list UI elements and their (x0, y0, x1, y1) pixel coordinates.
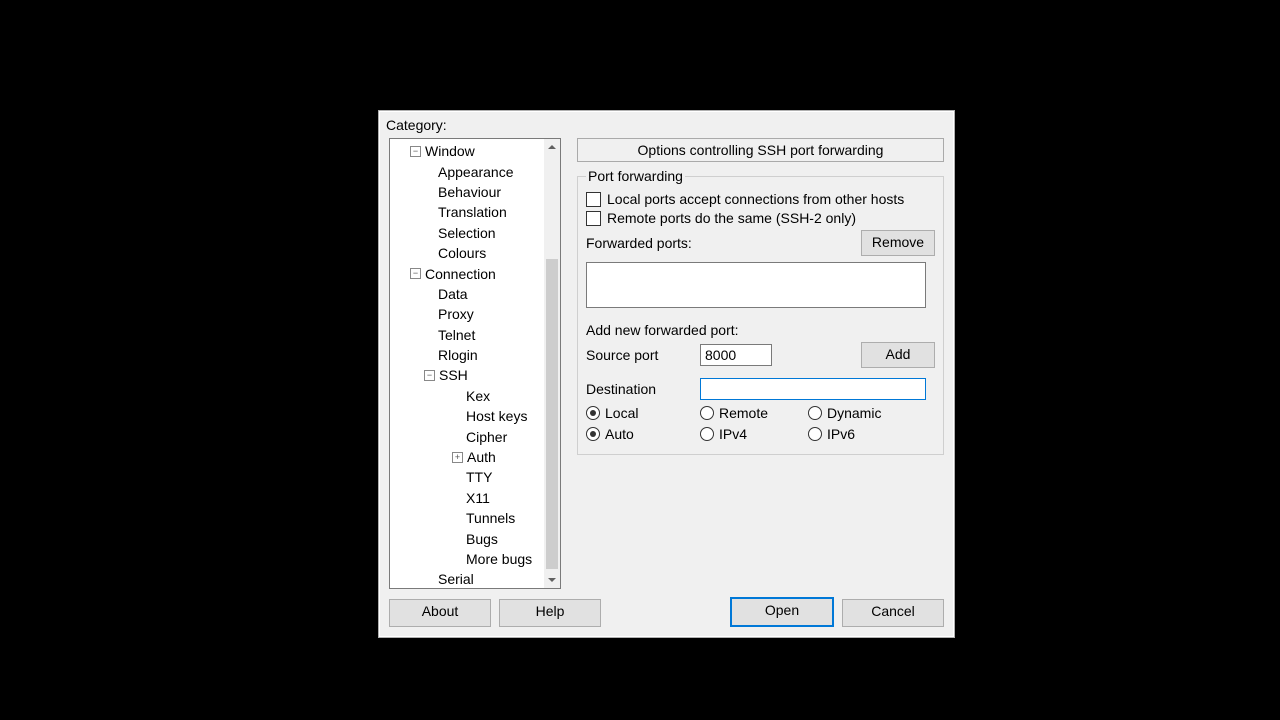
scrollbar-thumb[interactable] (546, 259, 558, 569)
radio-ipv4[interactable] (700, 427, 714, 441)
tree-item-tunnels[interactable]: Tunnels (390, 508, 544, 528)
tree-item-label: Appearance (438, 164, 514, 180)
tree-item-ssh[interactable]: −SSH (390, 365, 544, 385)
tree-item-label: Data (438, 286, 468, 302)
category-label: Category: (386, 117, 447, 133)
radio-remote[interactable] (700, 406, 714, 420)
tree-item-selection[interactable]: Selection (390, 223, 544, 243)
tree-item-label: Connection (425, 266, 496, 282)
collapse-icon[interactable]: − (410, 268, 421, 279)
tree-item-label: Colours (438, 245, 486, 261)
radio-auto[interactable] (586, 427, 600, 441)
open-button[interactable]: Open (730, 597, 834, 627)
radio-label-ipv4: IPv4 (719, 426, 747, 442)
collapse-icon[interactable]: − (410, 146, 421, 157)
tree-item-label: Tunnels (466, 510, 515, 526)
group-legend: Port forwarding (586, 168, 685, 184)
tree-item-tty[interactable]: TTY (390, 467, 544, 487)
tree-item-label: Selection (438, 225, 496, 241)
source-port-label: Source port (586, 347, 700, 363)
add-button[interactable]: Add (861, 342, 935, 368)
source-port-input[interactable] (700, 344, 772, 366)
cancel-button[interactable]: Cancel (842, 599, 944, 627)
tree-item-label: TTY (466, 469, 492, 485)
forwarded-ports-label: Forwarded ports: (586, 235, 692, 251)
tree-item-label: SSH (439, 367, 468, 383)
tree-scrollbar[interactable] (544, 139, 560, 588)
tree-item-window[interactable]: −Window (390, 141, 544, 161)
tree-item-label: Proxy (438, 306, 474, 322)
tree-item-more-bugs[interactable]: More bugs (390, 549, 544, 569)
tree-item-label: Translation (438, 204, 507, 220)
port-forwarding-group: Port forwarding Local ports accept conne… (577, 168, 944, 455)
text-cursor-icon (967, 430, 968, 446)
scroll-down-button[interactable] (544, 572, 560, 588)
destination-label: Destination (586, 381, 700, 397)
putty-config-dialog: Category: −WindowAppearanceBehaviourTran… (378, 110, 955, 638)
tree-item-appearance[interactable]: Appearance (390, 161, 544, 181)
tree-item-translation[interactable]: Translation (390, 202, 544, 222)
chevron-up-icon (548, 145, 556, 149)
radio-label-auto: Auto (605, 426, 634, 442)
tree-item-label: Kex (466, 388, 490, 404)
tree-item-telnet[interactable]: Telnet (390, 325, 544, 345)
scroll-up-button[interactable] (544, 139, 560, 155)
destination-input[interactable] (700, 378, 926, 400)
tree-item-auth[interactable]: + Auth (390, 447, 544, 467)
chevron-down-icon (548, 578, 556, 582)
tree-item-cipher[interactable]: Cipher (390, 426, 544, 446)
tree-item-serial[interactable]: Serial (390, 569, 544, 589)
checkbox-local-accept[interactable] (586, 192, 601, 207)
radio-label-local: Local (605, 405, 638, 421)
tree-item-label: Behaviour (438, 184, 501, 200)
tree-item-behaviour[interactable]: Behaviour (390, 182, 544, 202)
collapse-icon[interactable]: − (424, 370, 435, 381)
tree-item-label: Serial (438, 571, 474, 587)
radio-label-remote: Remote (719, 405, 768, 421)
checkbox-remote-same-label: Remote ports do the same (SSH-2 only) (607, 210, 856, 226)
forwarded-ports-list[interactable] (586, 262, 926, 308)
radio-label-dynamic: Dynamic (827, 405, 881, 421)
tree-item-rlogin[interactable]: Rlogin (390, 345, 544, 365)
add-new-label: Add new forwarded port: (586, 322, 935, 338)
help-button[interactable]: Help (499, 599, 601, 627)
tree-item-label: Window (425, 143, 475, 159)
radio-ipv6[interactable] (808, 427, 822, 441)
about-button[interactable]: About (389, 599, 491, 627)
tree-item-label: Cipher (466, 429, 507, 445)
remove-button[interactable]: Remove (861, 230, 935, 256)
tree-item-label: Rlogin (438, 347, 478, 363)
checkbox-local-accept-label: Local ports accept connections from othe… (607, 191, 904, 207)
tree-item-label: Bugs (466, 531, 498, 547)
tree-item-proxy[interactable]: Proxy (390, 304, 544, 324)
panel-title: Options controlling SSH port forwarding (577, 138, 944, 162)
tree-item-label: X11 (466, 490, 490, 506)
options-panel: Options controlling SSH port forwarding … (577, 138, 944, 587)
expand-icon[interactable]: + (452, 452, 463, 463)
tree-item-label: More bugs (466, 551, 532, 567)
category-tree: −WindowAppearanceBehaviourTranslationSel… (389, 138, 561, 589)
radio-dynamic[interactable] (808, 406, 822, 420)
tree-item-bugs[interactable]: Bugs (390, 528, 544, 548)
radio-label-ipv6: IPv6 (827, 426, 855, 442)
tree-item-kex[interactable]: Kex (390, 386, 544, 406)
tree-item-host-keys[interactable]: Host keys (390, 406, 544, 426)
tree-item-data[interactable]: Data (390, 284, 544, 304)
tree-item-label: Auth (467, 449, 496, 465)
tree-item-label: Telnet (438, 327, 475, 343)
checkbox-remote-same[interactable] (586, 211, 601, 226)
radio-local[interactable] (586, 406, 600, 420)
tree-item-colours[interactable]: Colours (390, 243, 544, 263)
tree-item-connection[interactable]: −Connection (390, 263, 544, 283)
tree-item-x11[interactable]: X11 (390, 488, 544, 508)
tree-item-label: Host keys (466, 408, 527, 424)
